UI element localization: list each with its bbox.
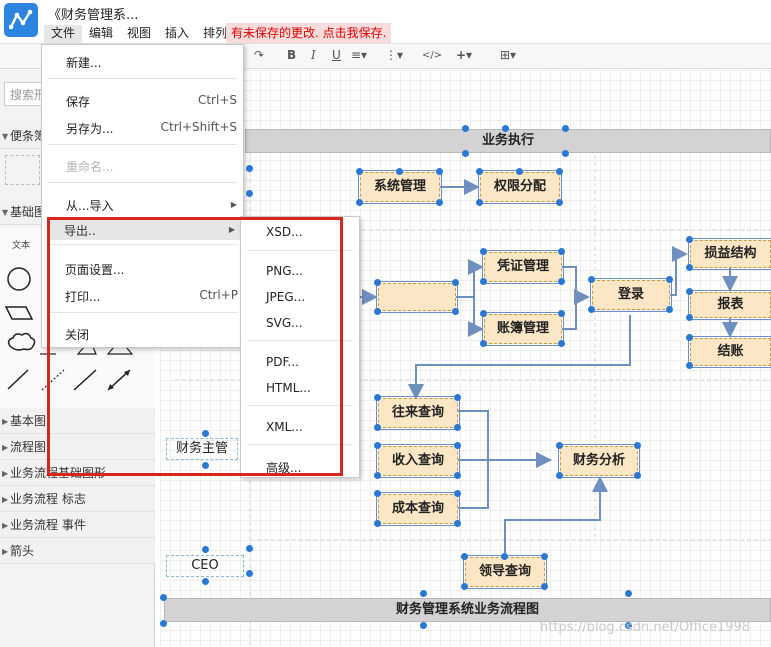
sidebar-section-label: 业务流程 事件 (10, 518, 86, 532)
node-cost-query[interactable]: 成本查询 (376, 492, 460, 526)
watermark: https://blog.csdn.net/Office1998 (540, 620, 751, 635)
parallelogram-shape[interactable] (4, 306, 34, 320)
document-title[interactable]: 《财务管理系... (48, 4, 138, 23)
sidebar-section-bpmn-events[interactable]: ▶ 业务流程 事件 (0, 513, 155, 538)
italic-icon[interactable]: I (311, 48, 316, 62)
text-shape[interactable]: 文本 (12, 238, 30, 251)
bold-icon[interactable]: B (287, 48, 296, 62)
expand-arrow-icon: ▶ (2, 521, 9, 530)
collapse-arrow-icon: ▼ (2, 208, 9, 217)
node-voucher[interactable]: 凭证管理 (482, 250, 564, 284)
cloud-shape[interactable] (7, 332, 36, 351)
node-permission[interactable]: 权限分配 (478, 170, 562, 204)
menu-view[interactable]: 视图 (120, 25, 158, 43)
node-system-management[interactable]: 系统管理 (358, 170, 442, 204)
sidebar-section-bpmn-markers[interactable]: ▶ 业务流程 标志 (0, 487, 155, 512)
insert-plus-icon[interactable]: +▾ (456, 48, 472, 62)
sidebar-section-label: 基本图 (10, 414, 47, 428)
underline-icon[interactable]: U (332, 48, 341, 62)
highlight-annotation (47, 217, 343, 476)
menubar: 文件 编辑 视图 插入 排列 (44, 25, 234, 43)
menu-edit[interactable]: 编辑 (82, 25, 120, 43)
menu-separator (48, 78, 237, 79)
lane-header-label: 业务执行 (481, 133, 534, 148)
expand-arrow-icon: ▶ (2, 547, 9, 556)
app-logo-icon (9, 9, 33, 30)
circle-shape[interactable] (7, 267, 31, 291)
role-ceo[interactable]: CEO (166, 555, 244, 577)
scratchpad-drop-area[interactable] (5, 155, 40, 185)
menu-item-save[interactable]: 保存 (66, 93, 90, 110)
app-logo (4, 3, 38, 37)
lane-header-business[interactable]: 业务执行 (245, 129, 771, 153)
node-closing[interactable]: 结账 (688, 336, 771, 368)
sidebar-section-label: 流程图 (10, 440, 47, 454)
expand-arrow-icon: ▶ (2, 443, 9, 452)
node-ledger[interactable]: 账簿管理 (482, 312, 564, 346)
node-report[interactable]: 报表 (688, 290, 771, 320)
align-icon[interactable]: ≡▾ (351, 48, 367, 62)
redo-icon[interactable]: ↷ (254, 48, 264, 62)
expand-arrow-icon: ▶ (2, 417, 9, 426)
node-leader-query[interactable]: 领导查询 (463, 555, 547, 589)
diagram-title-label: 财务管理系统业务流程图 (395, 602, 539, 617)
collapse-arrow-icon: ▼ (2, 132, 9, 141)
diagram-title-bar[interactable]: 财务管理系统业务流程图 (164, 598, 771, 622)
menu-item-new[interactable]: 新建... (66, 54, 101, 71)
menu-file[interactable]: 文件 (44, 25, 83, 43)
menu-item-save-as[interactable]: 另存为... (66, 120, 113, 137)
menu-insert[interactable]: 插入 (158, 25, 196, 43)
node-ar-query[interactable]: 往来查询 (376, 396, 460, 430)
menu-separator (48, 144, 237, 145)
sidebar-section-label: 箭头 (10, 544, 35, 558)
arrow-shape[interactable] (7, 369, 29, 390)
sidebar-section-label: 业务流程 标志 (10, 492, 86, 506)
menu-item-rename: 重命名... (66, 160, 114, 174)
node-income-query[interactable]: 收入查询 (376, 444, 460, 478)
menu-item-import[interactable]: 从...导入 (66, 197, 113, 214)
html-code-icon[interactable]: </> (422, 50, 442, 61)
menu-separator (48, 182, 237, 183)
sidebar-section-arrows[interactable]: ▶ 箭头 (0, 539, 155, 564)
unsaved-changes-notice[interactable]: 有未保存的更改. 点击我保存. (226, 23, 392, 43)
expand-arrow-icon: ▶ (2, 469, 9, 478)
node-blank[interactable] (376, 281, 458, 313)
more-options-icon[interactable]: ⋮▾ (385, 48, 403, 62)
table-icon[interactable]: ⊞▾ (500, 48, 516, 62)
node-finance-analysis[interactable]: 财务分析 (558, 444, 640, 478)
shortcut-save: Ctrl+S (197, 93, 237, 107)
expand-arrow-icon: ▶ (2, 495, 9, 504)
submenu-arrow-icon: ▶ (230, 200, 237, 209)
shortcut-save-as: Ctrl+Shift+S (160, 120, 237, 134)
node-login[interactable]: 登录 (590, 278, 672, 312)
node-pnl-structure[interactable]: 损益结构 (688, 238, 771, 270)
